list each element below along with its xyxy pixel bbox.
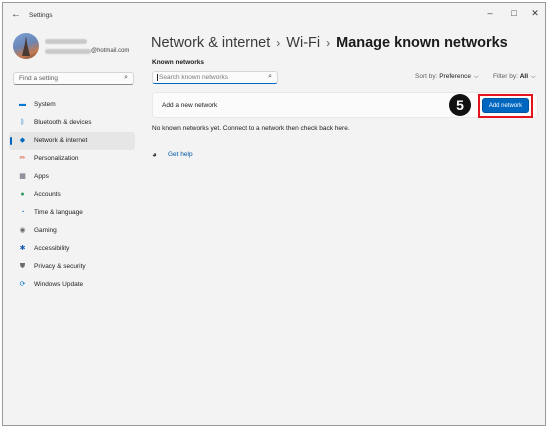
avatar <box>13 33 39 59</box>
step-number-badge: 5 <box>449 94 471 116</box>
accessibility-icon: ✱ <box>19 245 26 252</box>
search-known-networks-placeholder: Search known networks <box>159 74 229 81</box>
maximize-button[interactable]: □ <box>505 8 523 18</box>
sidebar-item-bluetooth-devices[interactable]: ᛒ Bluetooth & devices <box>9 114 135 132</box>
sidebar-item-personalization[interactable]: ✏ Personalization <box>9 150 135 168</box>
add-network-button[interactable]: Add network <box>482 98 529 113</box>
selection-indicator <box>10 137 12 145</box>
sidebar-item-accounts[interactable]: ● Accounts <box>9 186 135 204</box>
sidebar-item-system[interactable]: ▬ System <box>9 96 135 114</box>
sidebar-item-label: Accessibility <box>34 245 70 252</box>
bluetooth-icon: ᛒ <box>20 119 25 126</box>
breadcrumb-wifi[interactable]: Wi-Fi <box>286 35 320 51</box>
sidebar-item-label: Accounts <box>34 191 61 198</box>
blurred-user-name <box>45 39 87 44</box>
sidebar-item-label: Gaming <box>34 227 57 234</box>
sidebar-item-label: Privacy & security <box>34 263 86 270</box>
user-profile[interactable]: @hotmail.com <box>13 33 138 63</box>
breadcrumb-network[interactable]: Network & internet <box>151 35 270 51</box>
empty-message: No known networks yet. Connect to a netw… <box>152 125 350 132</box>
breadcrumb-separator: › <box>276 36 281 50</box>
sidebar-item-label: Network & internet <box>34 137 88 144</box>
globe-clock-icon: ◔ <box>20 209 25 216</box>
known-networks-heading: Known networks <box>152 59 205 66</box>
app-title: Settings <box>29 12 53 19</box>
sidebar-item-label: Bluetooth & devices <box>34 119 92 126</box>
brush-icon: ✏ <box>19 155 26 162</box>
get-help[interactable]: ◕ Get help <box>152 149 212 161</box>
help-icon: ◕ <box>152 150 157 159</box>
sidebar-item-label: Time & language <box>34 209 83 216</box>
filter-by-value: All <box>519 73 529 80</box>
search-known-networks-input[interactable]: Search known networks ⌕ <box>152 71 278 84</box>
sidebar-item-gaming[interactable]: ◉ Gaming <box>9 222 135 240</box>
sort-by-dropdown[interactable]: Sort by: Preference ⌵ <box>415 73 479 81</box>
search-icon: ⌕ <box>124 74 128 81</box>
chevron-down-icon: ⌵ <box>531 74 536 80</box>
filter-by-label: Filter by: <box>493 73 518 80</box>
close-button[interactable]: ✕ <box>526 8 544 19</box>
system-icon: ▬ <box>19 101 26 108</box>
find-setting-input[interactable]: Find a setting ⌕ <box>13 72 134 85</box>
sort-by-label: Sort by: <box>415 73 438 80</box>
search-icon: ⌕ <box>268 73 272 80</box>
gaming-icon: ◉ <box>19 227 26 234</box>
email-suffix: @hotmail.com <box>91 48 130 54</box>
sidebar-item-time-language[interactable]: ◔ Time & language <box>9 204 135 222</box>
filter-by-dropdown[interactable]: Filter by: All ⌵ <box>493 73 536 81</box>
breadcrumb-separator: › <box>326 36 331 50</box>
sidebar-item-windows-update[interactable]: ⟳ Windows Update <box>9 276 135 294</box>
accounts-icon: ● <box>20 191 25 198</box>
network-icon: ◆ <box>19 137 26 144</box>
eiffel-tower-icon <box>22 36 30 56</box>
minimize-button[interactable]: – <box>481 8 499 18</box>
update-icon: ⟳ <box>19 281 26 288</box>
sidebar-item-accessibility[interactable]: ✱ Accessibility <box>9 240 135 258</box>
blurred-email <box>45 49 91 54</box>
sidebar-item-label: Apps <box>34 173 49 180</box>
add-new-network-label: Add a new network <box>162 102 218 109</box>
page-title: Manage known networks <box>336 35 508 51</box>
chevron-down-icon: ⌵ <box>474 74 479 80</box>
sidebar-item-privacy-security[interactable]: ⛊ Privacy & security <box>9 258 135 276</box>
breadcrumb: Network & internet › Wi-Fi › Manage known ne… <box>151 35 508 51</box>
shield-icon: ⛊ <box>19 263 26 270</box>
text-caret <box>157 74 158 81</box>
sidebar-item-label: Windows Update <box>34 281 84 288</box>
sidebar-nav: ▬ System ᛒ Bluetooth & devices ◆ Network & in… <box>9 96 135 294</box>
find-setting-placeholder: Find a setting <box>19 75 59 82</box>
sort-by-value: Preference <box>439 73 472 80</box>
sidebar-item-label: System <box>34 101 56 108</box>
sidebar-item-network-internet[interactable]: ◆ Network & internet <box>9 132 135 150</box>
apps-icon: ▦ <box>19 173 26 180</box>
sidebar-item-apps[interactable]: ▦ Apps <box>9 168 135 186</box>
get-help-link[interactable]: Get help <box>168 151 193 158</box>
title-bar: ← Settings – □ ✕ <box>3 3 545 29</box>
back-arrow-icon[interactable]: ← <box>11 9 21 20</box>
settings-window: ← Settings – □ ✕ @hotmail.com Find a set… <box>2 2 546 426</box>
sidebar-item-label: Personalization <box>34 155 79 162</box>
